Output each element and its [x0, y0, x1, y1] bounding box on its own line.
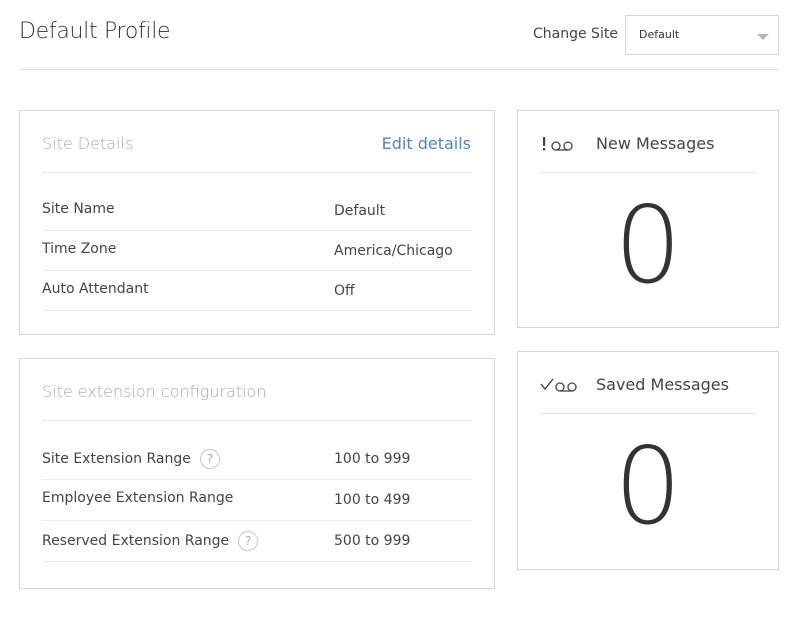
site-extension-title: Site extension configuration	[42, 382, 267, 401]
row-label: Reserved Extension Range?	[42, 531, 259, 551]
table-row: Site Name Default	[42, 191, 472, 231]
row-label-text: Reserved Extension Range	[42, 533, 230, 549]
new-messages-title: New Messages	[596, 134, 715, 153]
site-details-card: Site Details Edit details Site Name Defa…	[19, 110, 495, 335]
site-extension-rows: Site Extension Range? 100 to 999 Employe…	[42, 439, 472, 562]
help-icon[interactable]: ?	[199, 449, 220, 469]
voicemail-saved-icon	[540, 378, 577, 392]
row-label: Auto Attendant	[42, 281, 149, 297]
saved-messages-title: Saved Messages	[596, 375, 729, 394]
chevron-down-icon	[757, 34, 769, 40]
table-row: Auto Attendant Off	[42, 271, 472, 311]
row-value: 500 to 999	[334, 533, 411, 549]
row-label: Employee Extension Range	[42, 490, 233, 506]
row-value: Off	[334, 283, 355, 299]
row-label-text: Employee Extension Range	[42, 490, 234, 506]
change-site-label: Change Site	[533, 26, 618, 42]
row-label: Site Name	[42, 201, 115, 217]
saved-messages-count: 0	[614, 425, 682, 548]
divider	[540, 413, 756, 414]
table-row: Reserved Extension Range? 500 to 999	[42, 521, 472, 562]
saved-messages-card[interactable]: Saved Messages 0	[517, 351, 779, 570]
row-label-text: Site Extension Range	[42, 451, 191, 467]
table-row: Time Zone America/Chicago	[42, 231, 472, 271]
table-row: Employee Extension Range 100 to 499	[42, 480, 472, 521]
site-extension-card: Site extension configuration Site Extens…	[19, 358, 495, 589]
row-value: America/Chicago	[334, 243, 453, 259]
edit-details-link[interactable]: Edit details	[382, 134, 471, 153]
divider	[540, 172, 756, 173]
row-value: 100 to 999	[334, 451, 411, 467]
row-value: Default	[334, 203, 386, 219]
new-messages-count: 0	[614, 184, 682, 307]
divider	[42, 172, 472, 173]
row-value: 100 to 499	[334, 492, 411, 508]
row-label: Time Zone	[42, 241, 117, 257]
site-select[interactable]: Default	[625, 15, 779, 55]
help-icon[interactable]: ?	[238, 531, 259, 551]
table-row: Site Extension Range? 100 to 999	[42, 439, 472, 480]
page-header: Default Profile Change Site Default	[19, 0, 779, 70]
voicemail-new-icon	[543, 137, 573, 151]
site-select-value: Default	[639, 28, 680, 41]
new-messages-card[interactable]: New Messages 0	[517, 110, 779, 328]
row-label: Site Extension Range?	[42, 449, 220, 469]
site-details-title: Site Details	[42, 134, 134, 153]
page-title: Default Profile	[19, 19, 171, 44]
divider	[42, 420, 472, 421]
site-details-rows: Site Name Default Time Zone America/Chic…	[42, 191, 472, 311]
